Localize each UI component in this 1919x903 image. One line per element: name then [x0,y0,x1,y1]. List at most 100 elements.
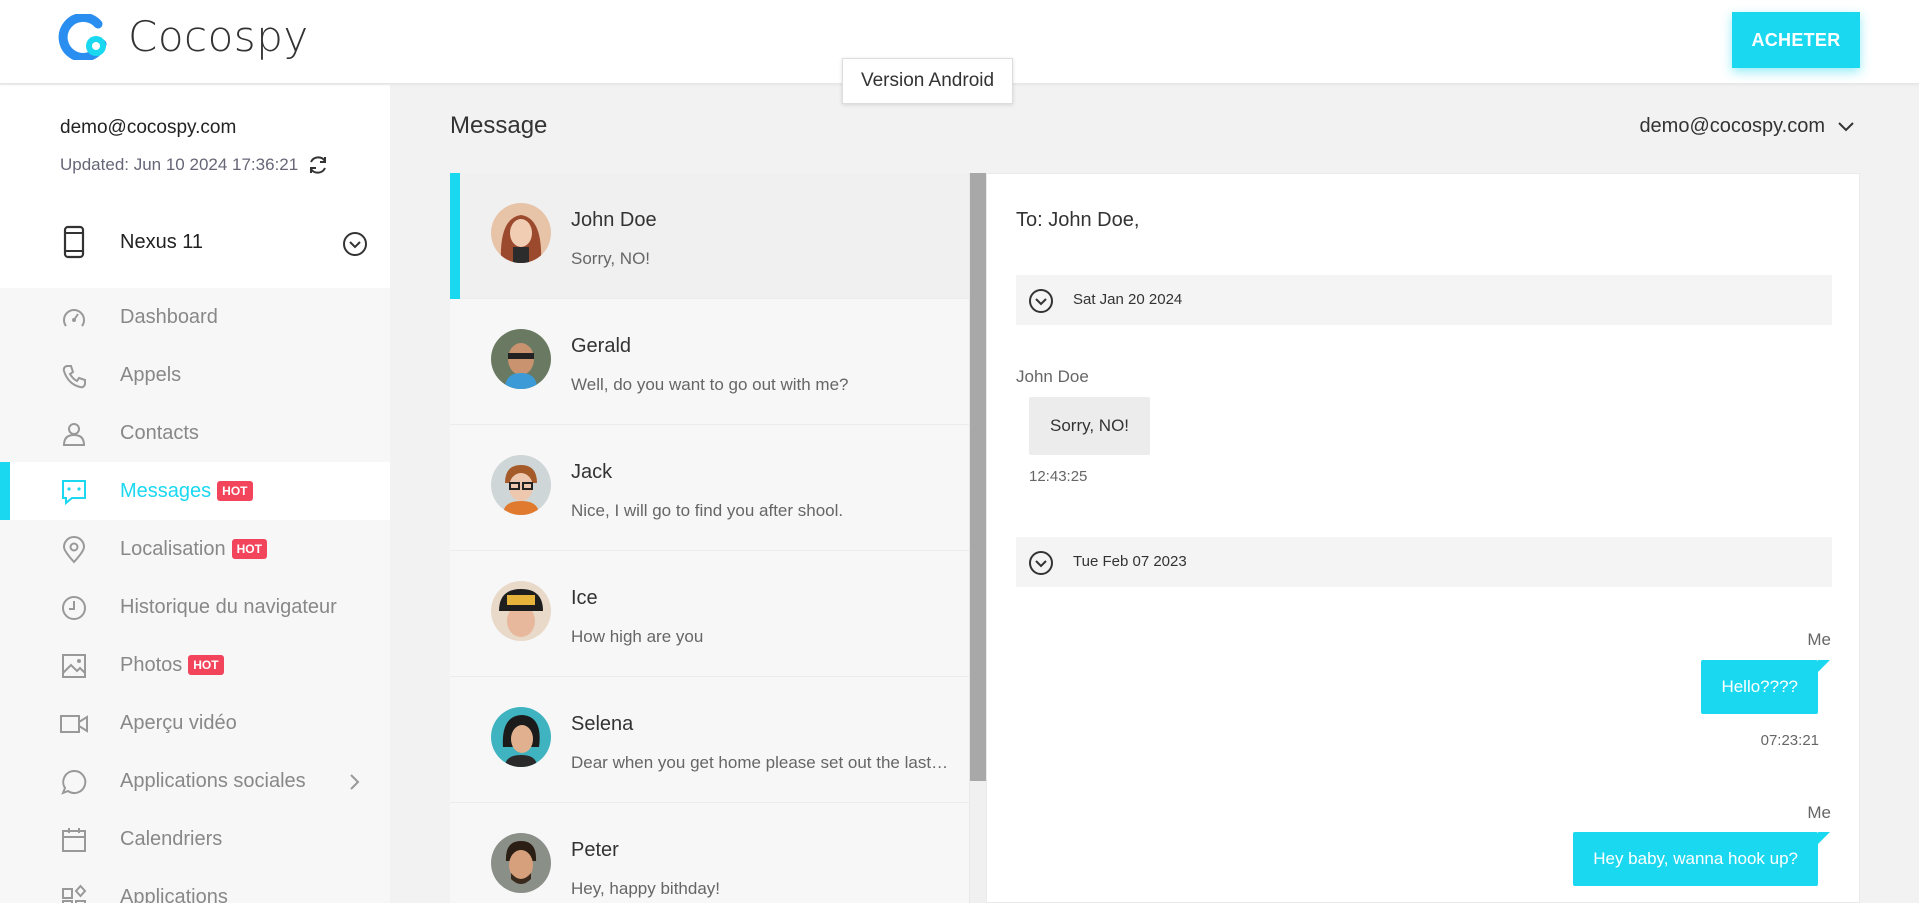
date-group-header[interactable]: Sat Jan 20 2024 [1016,275,1832,325]
outgoing-message: Hey baby, wanna hook up? [1573,832,1830,886]
account-email: demo@cocospy.com [60,117,237,138]
conversation-preview: Nice, I will go to find you after shool. [571,501,844,520]
cocospy-logo-icon [58,13,107,60]
chat-recipient: To: John Doe, [1016,209,1140,231]
outgoing-message: Hello???? [1701,660,1830,714]
sidebar-item-dashboard[interactable]: Dashboard [0,288,390,346]
conversation-item[interactable]: Ice How high are you [450,551,969,677]
device-selector[interactable]: Nexus 11 [0,199,390,287]
sidebar-item-label: Localisation HOT [120,538,267,561]
message-sender: John Doe [1016,367,1089,386]
avatar [491,455,551,515]
avatar [491,203,551,263]
conversation-preview: How high are you [571,627,704,646]
chevron-down-icon [1838,121,1854,131]
sidebar-item-localisation[interactable]: Localisation HOT [0,520,390,578]
active-indicator [0,462,10,520]
message-time: 12:43:25 [1029,468,1088,485]
buy-button[interactable]: ACHETER [1732,12,1860,68]
device-name: Nexus 11 [120,231,204,253]
scrollbar-thumb[interactable] [970,173,986,781]
date-group-label: Tue Feb 07 2023 [1073,553,1187,570]
photos-label: Photos [120,654,183,676]
account-dropdown[interactable]: demo@cocospy.com [1639,115,1855,138]
selected-indicator [450,173,460,299]
smartphone-icon [63,225,85,259]
sidebar-item-messages[interactable]: Messages HOT [0,462,390,520]
conversation-name: John Doe [571,209,657,231]
image-icon [62,654,86,678]
brand-logo[interactable]: Cocospy [58,12,309,61]
sidebar-item-applications[interactable]: Applications [0,868,390,903]
avatar [491,707,551,767]
chevron-down-circle-icon[interactable] [1028,550,1054,576]
avatar [491,833,551,893]
chevron-right-icon [350,774,360,790]
chevron-down-circle-icon[interactable] [342,231,368,257]
conversation-name: Peter [571,839,619,861]
message-icon [62,480,86,506]
messages-label: Messages [120,480,212,502]
refresh-icon[interactable] [306,153,330,177]
dashboard-icon [63,309,85,327]
sidebar-item-label: Dashboard [120,306,218,328]
sidebar-item-label: Historique du navigateur [120,596,337,618]
sidebar-item-label: Contacts [120,422,199,444]
sidebar-item-label: Appels [120,364,182,386]
sidebar-nav: Dashboard Appels Contacts Messages HOT Lo… [0,288,390,903]
date-group-label: Sat Jan 20 2024 [1073,291,1183,308]
conversation-preview: Well, do you want to go out with me? [571,375,849,394]
sidebar-item-label: Messages HOT [120,480,253,503]
conversation-item[interactable]: John Doe Sorry, NO! [450,173,969,299]
message-sender: Me [1807,803,1831,822]
version-tooltip: Version Android [842,58,1013,104]
conversation-item[interactable]: Peter Hey, happy bithday! [450,803,969,903]
conversation-item[interactable]: Selena Dear when you get home please set… [450,677,969,803]
sidebar-item-label: Aperçu vidéo [120,712,237,734]
conversation-preview: Hey, happy bithday! [571,879,720,898]
sidebar-item-label: Calendriers [120,828,223,850]
chevron-down-circle-icon[interactable] [1028,288,1054,314]
conversation-item[interactable]: Gerald Well, do you want to go out with … [450,299,969,425]
incoming-message: Sorry, NO! [1029,397,1151,455]
chat-panel: To: John Doe, Sat Jan 20 2024 John Doe S… [986,173,1860,903]
conversation-preview: Sorry, NO! [571,249,651,268]
sidebar-item-appels[interactable]: Appels [0,346,390,404]
last-updated: Updated: Jun 10 2024 17:36:21 [60,153,330,177]
conversation-item[interactable]: Jack Nice, I will go to find you after s… [450,425,969,551]
sidebar-item-historique[interactable]: Historique du navigateur [0,578,390,636]
sidebar-item-calendriers[interactable]: Calendriers [0,810,390,868]
phone-icon [62,365,86,389]
localisation-label: Localisation [120,538,226,560]
sidebar-item-label: Applications [120,886,228,903]
conversation-list: John Doe Sorry, NO! Gerald Well, do you … [450,173,970,903]
sidebar-item-label: Photos HOT [120,654,224,677]
account-dropdown-label: demo@cocospy.com [1639,115,1825,137]
sidebar-item-applications-sociales[interactable]: Applications sociales [0,752,390,810]
hot-badge: HOT [217,481,253,501]
conversation-preview: Dear when you get home please set out th… [571,753,951,772]
calendar-icon [62,828,86,852]
clock-icon [62,596,86,620]
sidebar-item-apercu-video[interactable]: Aperçu vidéo [0,694,390,752]
date-group-header[interactable]: Tue Feb 07 2023 [1016,537,1832,587]
conversation-name: Gerald [571,335,632,357]
sidebar-item-photos[interactable]: Photos HOT [0,636,390,694]
conversation-name: Ice [571,587,598,609]
page-title: Message [450,112,548,139]
conversation-scrollbar[interactable] [970,173,986,903]
location-icon [62,536,86,564]
user-icon [62,423,86,446]
sidebar: demo@cocospy.com Updated: Jun 10 2024 17… [0,85,390,903]
chat-bubble-icon [61,769,87,795]
apps-icon [62,884,87,903]
video-icon [60,715,88,733]
avatar [491,329,551,389]
avatar [491,581,551,641]
conversation-name: Selena [571,713,634,735]
sidebar-item-label: Applications sociales [120,770,306,792]
brand-name: Cocospy [128,12,309,61]
sidebar-item-contacts[interactable]: Contacts [0,404,390,462]
hot-badge: HOT [231,539,267,559]
conversation-name: Jack [571,461,613,483]
